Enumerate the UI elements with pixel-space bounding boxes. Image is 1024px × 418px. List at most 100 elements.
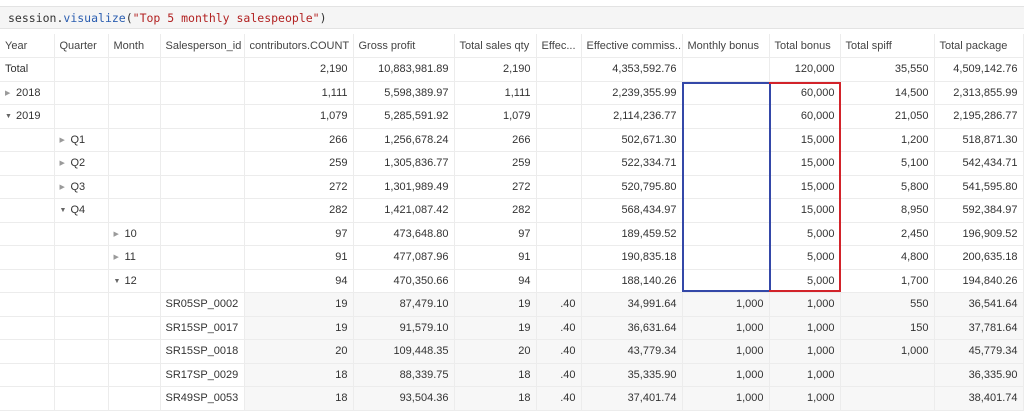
group-row[interactable]: ▼ 12 94 470,350.66 94 188,140.26 5,000 1,700 194… xyxy=(0,269,1024,293)
expand-toggle-icon[interactable]: ▶ xyxy=(60,136,71,144)
cell-total-sales-qty: 282 xyxy=(454,198,537,223)
col-header-year[interactable]: Year xyxy=(0,34,55,58)
cell-total-spiff: 14,500 xyxy=(840,81,935,105)
row-header-empty xyxy=(108,81,161,105)
cell-gross-profit: 10,883,981.89 xyxy=(353,57,455,82)
row-header-empty xyxy=(108,57,161,82)
row-header-empty xyxy=(0,316,55,340)
col-header-effective-rate[interactable]: Effec... xyxy=(536,34,582,58)
expand-toggle-icon[interactable]: ▶ xyxy=(5,89,16,97)
salesperson-row[interactable]: SR15SP_0018 20 109,448.35 20.40 43,779.34 1,0… xyxy=(0,339,1024,364)
expand-toggle-icon[interactable]: ▶ xyxy=(60,183,71,191)
cell-effective-commission: 502,671.30 xyxy=(581,128,683,152)
cell-total-sales-qty: 91 xyxy=(454,245,537,270)
row-label: Q2 xyxy=(70,157,86,170)
col-header-gross-profit[interactable]: Gross profit xyxy=(353,34,455,58)
salesperson-row[interactable]: SR17SP_0029 18 88,339.75 18.40 35,335.90 1,00… xyxy=(0,363,1024,387)
cell-total-bonus: 5,000 xyxy=(769,245,841,270)
group-row[interactable]: ▼ Q4 282 1,421,087.42 282 568,434.97 15,000 8,9… xyxy=(0,198,1024,223)
col-header-month[interactable]: Month xyxy=(108,34,161,58)
row-header-cell: ▶ 11 xyxy=(108,245,161,270)
group-row[interactable]: ▶ Q2 259 1,305,836.77 259 522,334.71 15,000 5,1… xyxy=(0,151,1024,176)
col-header-quarter[interactable]: Quarter xyxy=(54,34,109,58)
code-cell[interactable]: session.visualize("Top 5 monthly salespe… xyxy=(0,6,1024,29)
cell-total-spiff: 5,100 xyxy=(840,151,935,176)
cell-total-spiff: 550 xyxy=(840,292,935,317)
cell-total-package: 4,509,142.76 xyxy=(934,57,1024,82)
row-header-cell: ▶ 10 xyxy=(108,222,161,246)
col-header-monthly-bonus[interactable]: Monthly bonus xyxy=(682,34,770,58)
row-header-empty xyxy=(0,363,55,387)
cell-effective-commission: 189,459.52 xyxy=(581,222,683,246)
row-header-empty xyxy=(108,104,161,129)
collapse-toggle-icon[interactable]: ▼ xyxy=(60,207,71,214)
cell-contributors-count: 1,111 xyxy=(244,81,354,105)
row-header-empty xyxy=(108,339,161,364)
cell-total-sales-qty: 94 xyxy=(454,269,537,293)
cell-contributors-count: 266 xyxy=(244,128,354,152)
col-header-effective-commission[interactable]: Effective commiss... xyxy=(581,34,683,58)
group-row[interactable]: ▼ 2019 1,079 5,285,591.92 1,079 2,114,236.77 6… xyxy=(0,104,1024,129)
expand-toggle-icon[interactable]: ▶ xyxy=(114,230,125,238)
cell-effective-commission: 43,779.34 xyxy=(581,339,683,364)
row-header-empty xyxy=(160,222,245,246)
cell-gross-profit: 109,448.35 xyxy=(353,339,455,364)
cell-contributors-count: 94 xyxy=(244,269,354,293)
expand-toggle-icon[interactable]: ▶ xyxy=(60,159,71,167)
col-header-contributors-count[interactable]: contributors.COUNT xyxy=(244,34,354,58)
cell-monthly-bonus xyxy=(682,151,770,176)
salesperson-row[interactable]: SR49SP_0053 18 93,504.36 18.40 37,401.74 1,00… xyxy=(0,386,1024,411)
cell-contributors-count: 1,079 xyxy=(244,104,354,129)
col-header-salesperson-id[interactable]: Salesperson_id xyxy=(160,34,245,58)
cell-total-bonus: 1,000 xyxy=(769,292,841,317)
group-row[interactable]: ▶ Q3 272 1,301,989.49 272 520,795.80 15,000 5,8… xyxy=(0,175,1024,199)
cell-gross-profit: 91,579.10 xyxy=(353,316,455,340)
row-header-empty xyxy=(108,386,161,411)
cell-total-sales-qty: 2,190 xyxy=(454,57,537,82)
col-header-total-spiff[interactable]: Total spiff xyxy=(840,34,935,58)
row-header-empty xyxy=(0,175,55,199)
cell-effective-rate xyxy=(536,245,582,270)
row-header-empty xyxy=(54,269,109,293)
salesperson-row[interactable]: SR05SP_0002 19 87,479.10 19.40 34,991.64 1,00… xyxy=(0,292,1024,317)
group-row[interactable]: ▶ Q1 266 1,256,678.24 266 502,671.30 15,000 1,2… xyxy=(0,128,1024,152)
salesperson-row[interactable]: SR15SP_0017 19 91,579.10 19.40 36,631.64 1,00… xyxy=(0,316,1024,340)
row-header-cell: ▼ Q4 xyxy=(54,198,109,223)
row-header-empty xyxy=(160,128,245,152)
cell-monthly-bonus xyxy=(682,128,770,152)
row-header-empty xyxy=(108,151,161,176)
cell-effective-rate xyxy=(536,128,582,152)
col-header-total-package[interactable]: Total package xyxy=(934,34,1024,58)
expand-toggle-icon[interactable]: ▶ xyxy=(114,253,125,261)
col-header-total-bonus[interactable]: Total bonus xyxy=(769,34,841,58)
group-row[interactable]: ▶ 10 97 473,648.80 97 189,459.52 5,000 2,450 196… xyxy=(0,222,1024,246)
row-header-cell: ▶ Q3 xyxy=(54,175,109,199)
col-header-total-sales-qty[interactable]: Total sales qty xyxy=(454,34,537,58)
row-header-empty xyxy=(54,81,109,105)
collapse-toggle-icon[interactable]: ▼ xyxy=(5,113,16,120)
cell-effective-commission: 4,353,592.76 xyxy=(581,57,683,82)
cell-total-package: 196,909.52 xyxy=(934,222,1024,246)
cell-total-bonus: 1,000 xyxy=(769,316,841,340)
row-header-empty xyxy=(54,363,109,387)
cell-effective-rate xyxy=(536,151,582,176)
row-header-cell: ▶ 2018 xyxy=(0,81,55,105)
cell-total-package: 37,781.64 xyxy=(934,316,1024,340)
row-header-cell: SR05SP_0002 xyxy=(160,292,245,317)
collapse-toggle-icon[interactable]: ▼ xyxy=(114,278,125,285)
row-header-cell: SR49SP_0053 xyxy=(160,386,245,411)
row-header-cell: SR15SP_0017 xyxy=(160,316,245,340)
group-row[interactable]: ▶ 2018 1,111 5,598,389.97 1,111 2,239,355.99 6… xyxy=(0,81,1024,105)
row-header-empty xyxy=(54,386,109,411)
cell-total-sales-qty: 19 xyxy=(454,316,537,340)
cell-total-bonus: 15,000 xyxy=(769,128,841,152)
cell-total-sales-qty: 20 xyxy=(454,339,537,364)
group-row[interactable]: ▶ 11 91 477,087.96 91 190,835.18 5,000 4,800 200… xyxy=(0,245,1024,270)
row-header-empty xyxy=(108,316,161,340)
total-row[interactable]: Total 2,190 10,883,981.89 2,190 4,353,592.76… xyxy=(0,57,1024,82)
row-header-empty xyxy=(54,57,109,82)
cell-monthly-bonus xyxy=(682,104,770,129)
cell-total-spiff: 35,550 xyxy=(840,57,935,82)
cell-contributors-count: 91 xyxy=(244,245,354,270)
cell-gross-profit: 1,421,087.42 xyxy=(353,198,455,223)
